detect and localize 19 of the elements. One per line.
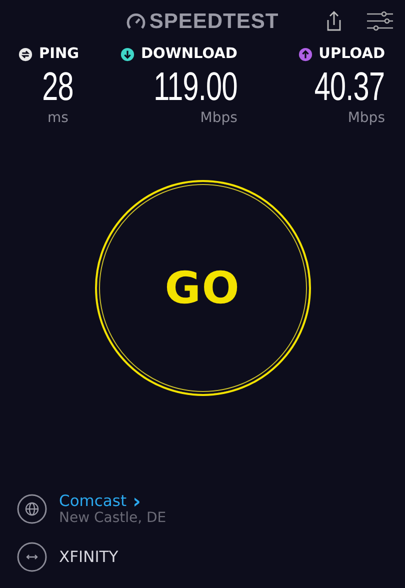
metric-unit: ms [48, 110, 68, 126]
share-icon[interactable] [325, 10, 343, 32]
metric-label: DOWNLOAD [141, 46, 238, 62]
settings-icon[interactable] [367, 11, 393, 31]
go-button[interactable]: GO [94, 180, 310, 396]
metric-value: 28 [42, 66, 74, 108]
metric-label: PING [39, 46, 80, 62]
metric-value: 119.00 [154, 66, 238, 108]
server-link[interactable]: Comcast [59, 492, 127, 510]
chevron-icon[interactable]: › [132, 492, 141, 510]
provider-name: XFINITY [59, 548, 118, 566]
globe-icon [17, 494, 47, 524]
metric-label: UPLOAD [318, 46, 385, 62]
metric-value: 40.37 [314, 66, 385, 108]
metric-unit: Mbps [348, 110, 385, 126]
metric-unit: Mbps [200, 110, 238, 126]
app-logo: SPEEDTEST [149, 10, 279, 34]
connection-icon [17, 542, 47, 572]
server-location: New Castle, DE [59, 510, 166, 526]
